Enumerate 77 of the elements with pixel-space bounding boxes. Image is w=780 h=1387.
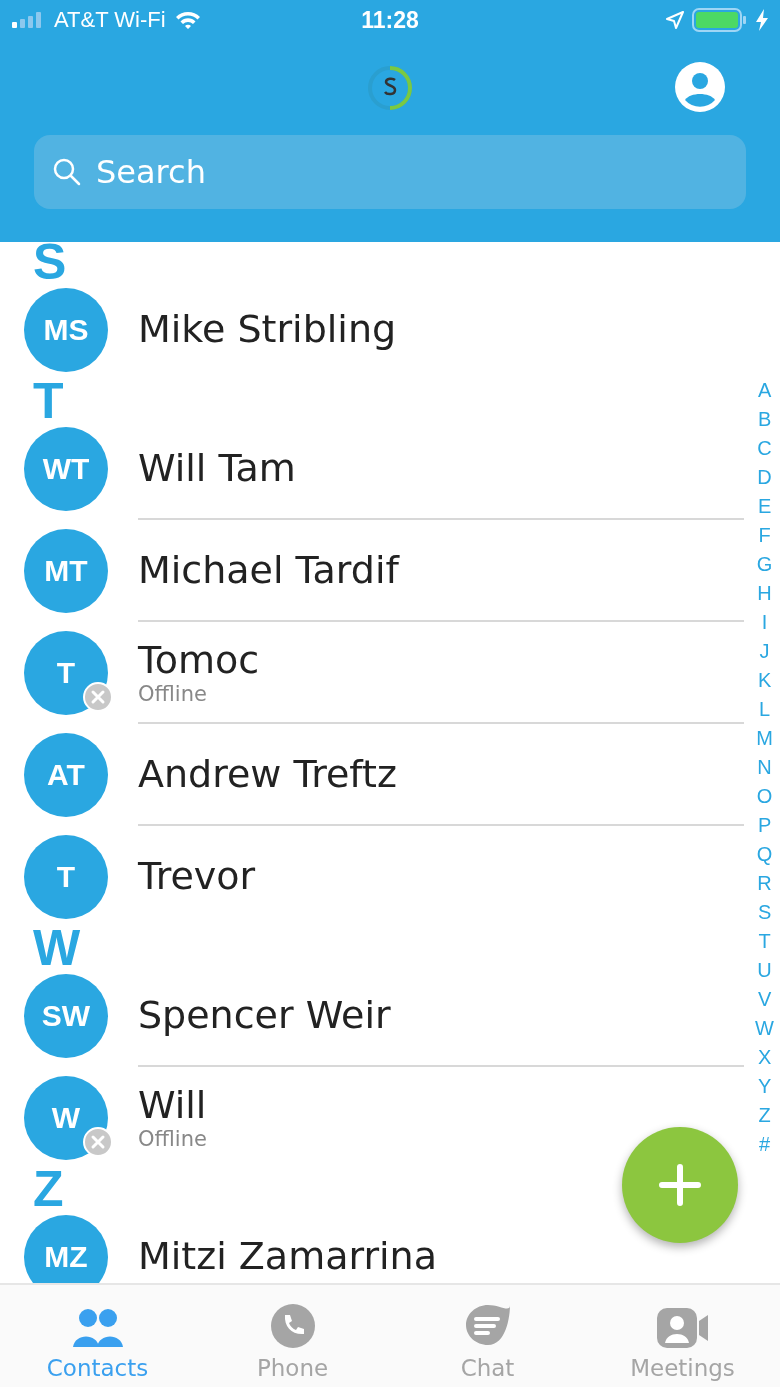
section-letter: T <box>33 381 64 418</box>
section-letter: Z <box>33 1169 64 1206</box>
index-letter[interactable]: X <box>757 1043 772 1072</box>
contact-avatar: AT <box>24 733 108 817</box>
phone-icon <box>269 1303 316 1349</box>
index-letter[interactable]: J <box>759 637 770 666</box>
index-letter[interactable]: S <box>757 898 772 927</box>
index-letter[interactable]: K <box>757 666 772 695</box>
index-letter[interactable]: A <box>757 376 772 405</box>
contact-name: Tomoc <box>138 638 261 682</box>
contact-avatar: MZ <box>24 1215 108 1283</box>
index-letter[interactable]: C <box>757 434 772 463</box>
contact-row[interactable]: T Trevor <box>0 826 744 928</box>
contact-row[interactable]: AT Andrew Treftz <box>0 724 744 826</box>
index-letter[interactable]: W <box>755 1014 774 1043</box>
contact-avatar: T <box>24 631 108 715</box>
tab-button[interactable]: Contacts <box>0 1285 195 1387</box>
index-letter[interactable]: T <box>758 927 771 956</box>
plus-icon <box>658 1163 702 1207</box>
index-letter[interactable]: M <box>756 724 773 753</box>
people-icon <box>70 1307 125 1349</box>
index-letter[interactable]: L <box>759 695 771 724</box>
index-letter[interactable]: U <box>757 956 772 985</box>
index-letter[interactable]: E <box>757 492 772 521</box>
index-letter[interactable]: N <box>757 753 772 782</box>
clock-time: 11:28 <box>361 6 419 34</box>
index-letter[interactable]: # <box>759 1130 771 1159</box>
index-letter[interactable]: B <box>757 405 772 434</box>
contact-row[interactable]: MS Mike Stribling <box>0 279 744 381</box>
carrier-name: AT&T Wi-Fi <box>54 7 166 33</box>
index-letter[interactable]: O <box>756 782 773 811</box>
index-letter[interactable]: G <box>756 550 773 579</box>
index-letter[interactable]: P <box>757 811 772 840</box>
contact-name: Will Tam <box>138 446 297 490</box>
contact-row[interactable]: W Will Offline <box>0 1067 744 1169</box>
contact-status: Offline <box>138 682 208 706</box>
index-letter[interactable]: R <box>757 869 772 898</box>
battery-icon <box>692 8 748 32</box>
contact-avatar: WT <box>24 427 108 511</box>
index-letter[interactable]: Z <box>758 1101 771 1130</box>
video-icon <box>655 1307 710 1349</box>
contact-name: Michael Tardif <box>138 548 401 592</box>
contact-avatar: W <box>24 1076 108 1160</box>
contact-row[interactable]: SW Spencer Weir <box>0 965 744 1067</box>
contact-avatar: MS <box>24 288 108 372</box>
contact-name: Will <box>138 1083 208 1127</box>
location-icon <box>666 11 684 29</box>
index-letter[interactable]: I <box>761 608 768 637</box>
contact-name: Mike Stribling <box>138 307 398 351</box>
contact-name: Andrew Treftz <box>138 752 398 796</box>
contact-avatar: MT <box>24 529 108 613</box>
index-letter[interactable]: D <box>757 463 772 492</box>
contact-name: Spencer Weir <box>138 993 392 1037</box>
logo-icon <box>367 64 413 111</box>
contact-row[interactable]: MT Michael Tardif <box>0 520 744 622</box>
index-letter[interactable]: Q <box>756 840 773 869</box>
search-icon <box>52 157 82 187</box>
contact-name: Trevor <box>138 854 257 898</box>
charging-icon <box>756 9 768 31</box>
index-letter[interactable]: Y <box>757 1072 772 1101</box>
tab-button[interactable]: Meetings <box>585 1285 780 1387</box>
index-letter[interactable]: F <box>758 521 771 550</box>
contact-avatar: SW <box>24 974 108 1058</box>
search-field[interactable]: Search <box>34 135 746 209</box>
tab-button[interactable]: Phone <box>195 1285 390 1387</box>
contact-row[interactable]: T Tomoc Offline <box>0 622 744 724</box>
tab-button[interactable]: Chat <box>390 1285 585 1387</box>
contact-status: Offline <box>138 1127 208 1151</box>
contact-avatar: T <box>24 835 108 919</box>
index-letter[interactable]: V <box>757 985 772 1014</box>
contact-name: Mitzi Zamarrina <box>138 1234 438 1278</box>
account-button[interactable] <box>675 62 725 112</box>
contact-row[interactable]: WT Will Tam <box>0 418 744 520</box>
section-letter: S <box>33 242 67 279</box>
add-button[interactable] <box>622 1127 738 1243</box>
section-letter: W <box>33 928 81 965</box>
index-letter[interactable]: H <box>757 579 772 608</box>
